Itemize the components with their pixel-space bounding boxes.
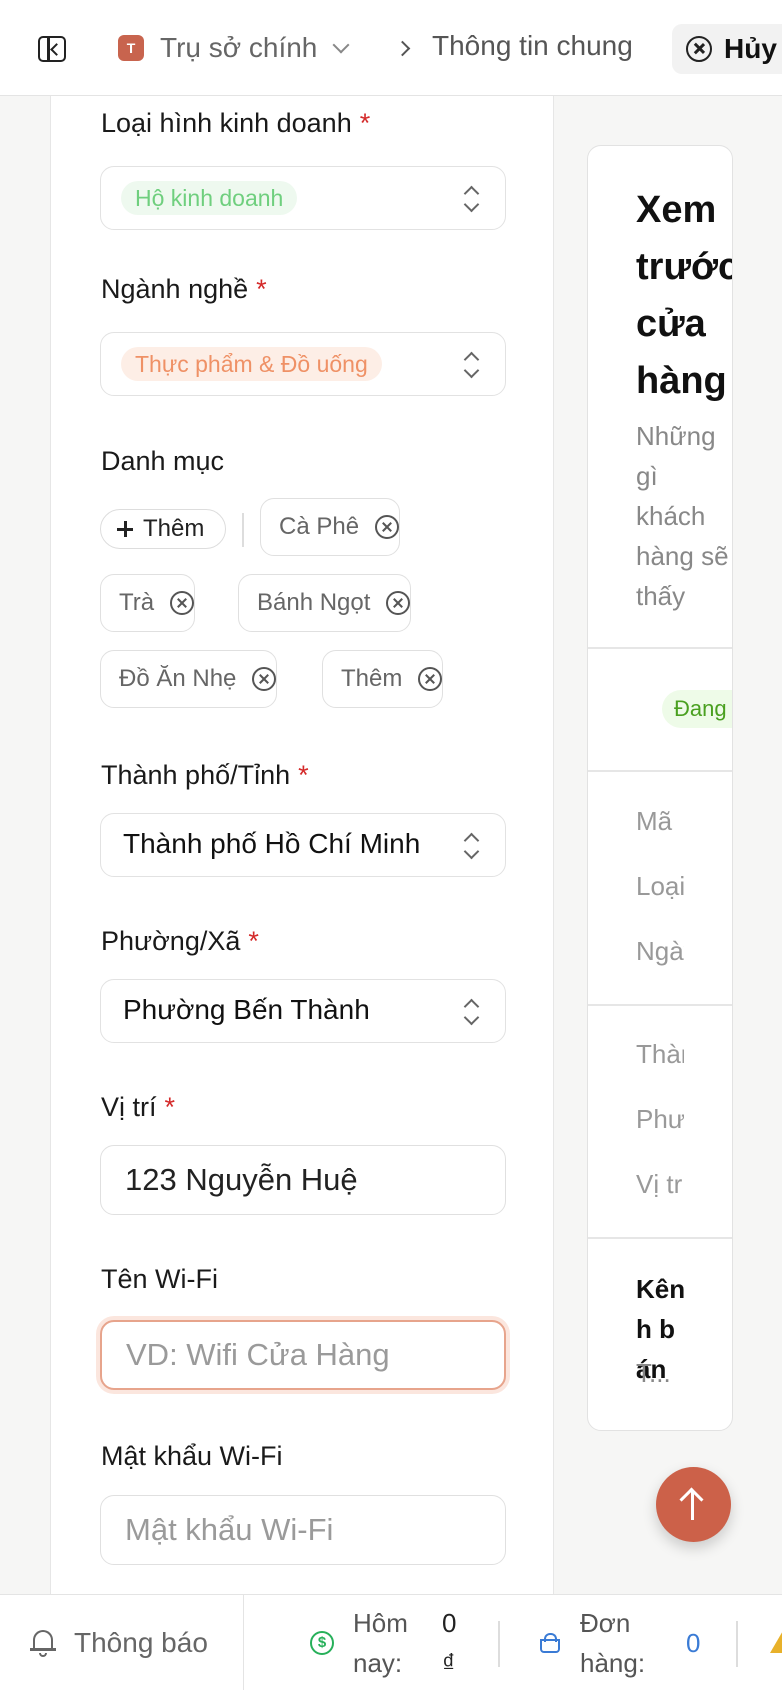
- ward-select[interactable]: Phường Bến Thành: [100, 979, 506, 1043]
- bottom-status-bar: Thông báo $ Hôm nay: 0 ₫ Đơn hàng: 0: [0, 1594, 782, 1690]
- category-tag-label: Trà: [119, 589, 155, 616]
- branch-selector[interactable]: T Trụ sở chính: [118, 28, 350, 68]
- basket-icon: [538, 1633, 562, 1653]
- category-tag: Đồ Ăn Nhẹ: [100, 650, 278, 708]
- remove-tag-icon[interactable]: [418, 667, 443, 691]
- divider: [588, 770, 732, 772]
- chevron-right-icon: [394, 40, 411, 57]
- preview-title: Xem trước cửa hàng: [636, 189, 733, 402]
- chevron-down-icon: [332, 36, 350, 54]
- stats-group: $ Hôm nay: 0 ₫ Đơn hàng: 0: [262, 1595, 782, 1690]
- bell-icon: [30, 1628, 56, 1658]
- business-type-value: Hộ kinh doanh: [121, 181, 298, 215]
- category-tag: Bánh Ngọt: [238, 574, 412, 632]
- preview-channel-value: T...: [636, 1358, 671, 1388]
- industry-label: Ngành nghề *: [101, 274, 267, 304]
- city-select[interactable]: Thành phố Hồ Chí Minh: [100, 813, 506, 877]
- add-category-button[interactable]: Thêm: [100, 509, 226, 549]
- ward-label: Phường/Xã *: [101, 926, 259, 956]
- breadcrumb-current-page: Thông tin chung: [432, 30, 633, 61]
- preview-row-label: Phường: [636, 1104, 684, 1134]
- business-type-select[interactable]: Hộ kinh doanh: [100, 166, 506, 230]
- today-value: 0 ₫: [442, 1608, 457, 1678]
- select-arrows-icon: [463, 350, 479, 380]
- category-tag: Cà Phê: [260, 498, 401, 556]
- divider: [498, 1621, 500, 1667]
- divider: [736, 1621, 738, 1667]
- ward-value: Phường Bến Thành: [123, 994, 370, 1025]
- select-arrows-icon: [463, 184, 479, 214]
- preview-row-label: Vị trí: [636, 1169, 684, 1199]
- preview-row-label: Ngày: [636, 936, 684, 966]
- store-preview-card: Xem trước cửa hàng Những gì khách hàng s…: [587, 145, 733, 1431]
- divider: [588, 647, 732, 649]
- category-tag-label: Thêm: [341, 665, 403, 692]
- category-tag-label: Bánh Ngọt: [257, 589, 371, 616]
- wifi-password-label: Mật khẩu Wi-Fi: [101, 1441, 283, 1471]
- status-badge: Đang hoạt động: [662, 690, 732, 728]
- close-circle-icon: [686, 36, 712, 62]
- category-tag: Thêm: [322, 650, 444, 708]
- today-label: Hôm nay:: [353, 1608, 408, 1678]
- preview-subtitle: Những gì khách hàng sẽ thấy: [636, 421, 729, 611]
- category-tag: Trà: [100, 574, 196, 632]
- wifi-name-input[interactable]: [100, 1320, 506, 1390]
- sidebar-toggle-icon[interactable]: [38, 36, 66, 62]
- industry-select[interactable]: Thực phẩm & Đồ uống: [100, 332, 506, 396]
- top-bar: T Trụ sở chính Thông tin chung Hủy: [0, 0, 782, 96]
- arrow-up-icon: [691, 1490, 694, 1520]
- branch-name: Trụ sở chính: [160, 32, 318, 63]
- city-value: Thành phố Hồ Chí Minh: [123, 828, 421, 859]
- select-arrows-icon: [463, 997, 479, 1027]
- select-arrows-icon: [463, 831, 479, 861]
- remove-tag-icon[interactable]: [375, 515, 400, 539]
- divider: [588, 1004, 732, 1006]
- preview-row-label: Mã: [636, 806, 673, 836]
- categories-label: Danh mục: [101, 446, 225, 476]
- location-input[interactable]: [100, 1145, 506, 1215]
- remove-tag-icon[interactable]: [386, 591, 411, 615]
- remove-tag-icon[interactable]: [252, 667, 277, 691]
- category-tag-label: Cà Phê: [279, 513, 360, 540]
- cancel-button[interactable]: Hủy: [672, 24, 782, 74]
- add-category-label: Thêm: [143, 515, 205, 542]
- orders-label: Đơn hàng:: [580, 1608, 646, 1678]
- warning-icon[interactable]: [770, 1629, 782, 1653]
- scroll-to-top-button[interactable]: [656, 1467, 731, 1542]
- business-type-label: Loại hình kinh doanh *: [101, 108, 371, 138]
- orders-value: 0: [686, 1628, 701, 1658]
- remove-tag-icon[interactable]: [170, 591, 195, 615]
- preview-row-label: Thành: [636, 1039, 684, 1069]
- dollar-circle-icon: $: [310, 1631, 334, 1655]
- category-tag-label: Đồ Ăn Nhẹ: [119, 665, 237, 692]
- location-label: Vị trí *: [101, 1092, 176, 1122]
- preview-row-label: Loại: [636, 871, 684, 901]
- plus-icon: [117, 521, 133, 537]
- wifi-password-input[interactable]: [100, 1495, 506, 1565]
- cancel-label: Hủy: [724, 33, 777, 64]
- notifications-button[interactable]: Thông báo: [0, 1595, 244, 1690]
- divider: [588, 1237, 732, 1239]
- wifi-name-label: Tên Wi-Fi: [101, 1264, 218, 1294]
- divider: [242, 513, 244, 547]
- industry-value: Thực phẩm & Đồ uống: [121, 347, 382, 381]
- branch-avatar: T: [118, 35, 144, 61]
- notifications-label: Thông báo: [74, 1627, 208, 1658]
- city-label: Thành phố/Tỉnh *: [101, 760, 309, 790]
- form-panel: Loại hình kinh doanh * Hộ kinh doanh Ngàn…: [50, 96, 554, 1594]
